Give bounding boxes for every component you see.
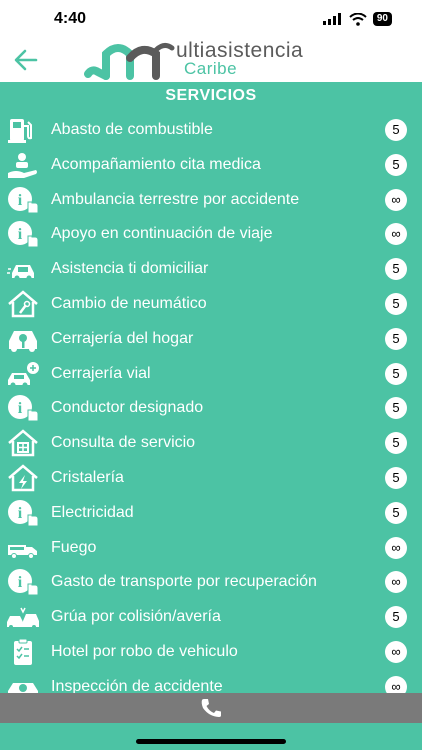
service-row-gasto-transporte[interactable]: i Gasto de transporte por recuperación ∞ bbox=[0, 565, 422, 600]
service-badge: ∞ bbox=[385, 675, 407, 693]
service-label: Apoyo en continuación de viaje bbox=[51, 225, 273, 243]
service-label: Fuego bbox=[51, 538, 97, 556]
home-indicator bbox=[136, 739, 286, 744]
service-row-acompanamiento[interactable]: Acompañamiento cita medica 5 bbox=[0, 148, 422, 183]
service-label: Cristalería bbox=[51, 468, 124, 486]
service-row-cerrajeria-vial[interactable]: Cerrajería vial 5 bbox=[0, 357, 422, 392]
service-label: Abasto de combustible bbox=[51, 121, 213, 138]
status-bar: 4:40 90 bbox=[0, 0, 422, 40]
service-row-fuego[interactable]: Fuego ∞ bbox=[0, 531, 422, 566]
service-badge: 5 bbox=[385, 501, 407, 524]
service-label: Cerrajería del hogar bbox=[51, 329, 194, 347]
service-label: Electricidad bbox=[51, 503, 134, 521]
wifi-icon bbox=[349, 12, 367, 26]
svg-text:i: i bbox=[18, 400, 23, 417]
service-row-abasto[interactable]: Abasto de combustible 5 bbox=[0, 113, 422, 148]
service-row-ambulancia[interactable]: i Ambulancia terrestre por accidente ∞ bbox=[0, 183, 422, 218]
service-row-grua[interactable]: Grúa por colisión/avería 5 bbox=[0, 600, 422, 635]
house-wrench-icon bbox=[8, 290, 38, 318]
status-time: 4:40 bbox=[54, 10, 87, 27]
service-badge: ∞ bbox=[385, 536, 407, 559]
signal-icon bbox=[322, 13, 341, 25]
logo-text-sub: Caribe bbox=[184, 59, 238, 78]
service-badge: 5 bbox=[385, 432, 407, 455]
car-crash-icon bbox=[7, 607, 39, 630]
info-hand-icon: i bbox=[8, 186, 39, 214]
service-row-asistencia-ti[interactable]: Asistencia ti domiciliar 5 bbox=[0, 252, 422, 287]
house-bolt-icon bbox=[8, 464, 38, 492]
service-badge: 5 bbox=[385, 258, 407, 281]
medical-hand-icon bbox=[8, 152, 37, 178]
section-title: SERVICIOS bbox=[165, 87, 257, 104]
service-badge: 5 bbox=[385, 327, 407, 350]
service-label: Gasto de transporte por recuperación bbox=[51, 573, 317, 591]
service-badge: ∞ bbox=[385, 640, 407, 663]
service-label: Conductor designado bbox=[51, 399, 204, 417]
phone-icon[interactable] bbox=[199, 697, 223, 719]
service-badge: 5 bbox=[385, 397, 407, 420]
service-label: Asistencia ti domiciliar bbox=[51, 260, 209, 278]
service-label: Inspección de accidente bbox=[51, 677, 223, 693]
service-row-apoyo[interactable]: i Apoyo en continuación de viaje ∞ bbox=[0, 217, 422, 252]
svg-text:i: i bbox=[18, 226, 23, 243]
service-label: Grúa por colisión/avería bbox=[51, 608, 221, 626]
service-badge: 5 bbox=[385, 606, 407, 629]
service-badge: 5 bbox=[385, 119, 407, 141]
mechanic-icon bbox=[8, 682, 38, 693]
service-row-cerrajeria-hogar[interactable]: Cerrajería del hogar 5 bbox=[0, 322, 422, 357]
service-row-consulta[interactable]: Consulta de servicio 5 bbox=[0, 426, 422, 461]
service-badge: ∞ bbox=[385, 223, 407, 246]
clipboard-icon bbox=[14, 638, 32, 665]
svg-text:i: i bbox=[18, 574, 23, 591]
service-label: Acompañamiento cita medica bbox=[51, 155, 261, 173]
service-label: Consulta de servicio bbox=[51, 434, 196, 452]
logo-mark-icon bbox=[84, 42, 175, 80]
service-label: Cambio de neumático bbox=[51, 294, 207, 312]
service-row-cristaleria[interactable]: Cristalería 5 bbox=[0, 461, 422, 496]
service-badge: 5 bbox=[385, 153, 407, 176]
truck-icon bbox=[8, 544, 37, 559]
app-header: ultiasistencia Caribe bbox=[0, 39, 422, 82]
service-badge: 5 bbox=[385, 362, 407, 385]
service-row-conductor[interactable]: i Conductor designado 5 bbox=[0, 391, 422, 426]
info-hand-icon: i bbox=[8, 499, 39, 527]
service-badge: ∞ bbox=[385, 188, 407, 211]
service-label: Ambulancia terrestre por accidente bbox=[51, 190, 300, 208]
service-row-electricidad[interactable]: i Electricidad 5 bbox=[0, 496, 422, 531]
car-key-icon bbox=[9, 330, 37, 352]
house-window-icon bbox=[8, 429, 38, 457]
brand-logo: ultiasistencia Caribe bbox=[84, 39, 354, 82]
status-icons: 90 bbox=[322, 12, 392, 26]
fuel-pump-icon bbox=[8, 119, 32, 143]
arrow-left-icon[interactable] bbox=[12, 46, 40, 74]
info-hand-icon: i bbox=[8, 221, 39, 248]
service-label: Cerrajería vial bbox=[51, 364, 151, 382]
car-icon bbox=[7, 265, 34, 281]
info-hand-icon: i bbox=[8, 395, 39, 422]
service-badge: ∞ bbox=[385, 571, 407, 594]
service-badge: 5 bbox=[385, 292, 407, 315]
info-hand-icon: i bbox=[8, 569, 39, 596]
services-list: Abasto de combustible 5 Acompañamiento c… bbox=[0, 113, 422, 693]
car-lock-icon bbox=[8, 361, 39, 388]
service-row-hotel[interactable]: Hotel por robo de vehiculo ∞ bbox=[0, 635, 422, 670]
call-bar[interactable] bbox=[0, 693, 422, 723]
svg-text:i: i bbox=[18, 505, 23, 522]
service-badge: 5 bbox=[385, 466, 407, 489]
service-label: Hotel por robo de vehiculo bbox=[51, 642, 238, 660]
battery-indicator: 90 bbox=[372, 12, 392, 26]
service-row-inspeccion[interactable]: Inspección de accidente ∞ bbox=[0, 670, 422, 693]
service-row-neumatico[interactable]: Cambio de neumático 5 bbox=[0, 287, 422, 322]
svg-text:i: i bbox=[18, 192, 23, 209]
